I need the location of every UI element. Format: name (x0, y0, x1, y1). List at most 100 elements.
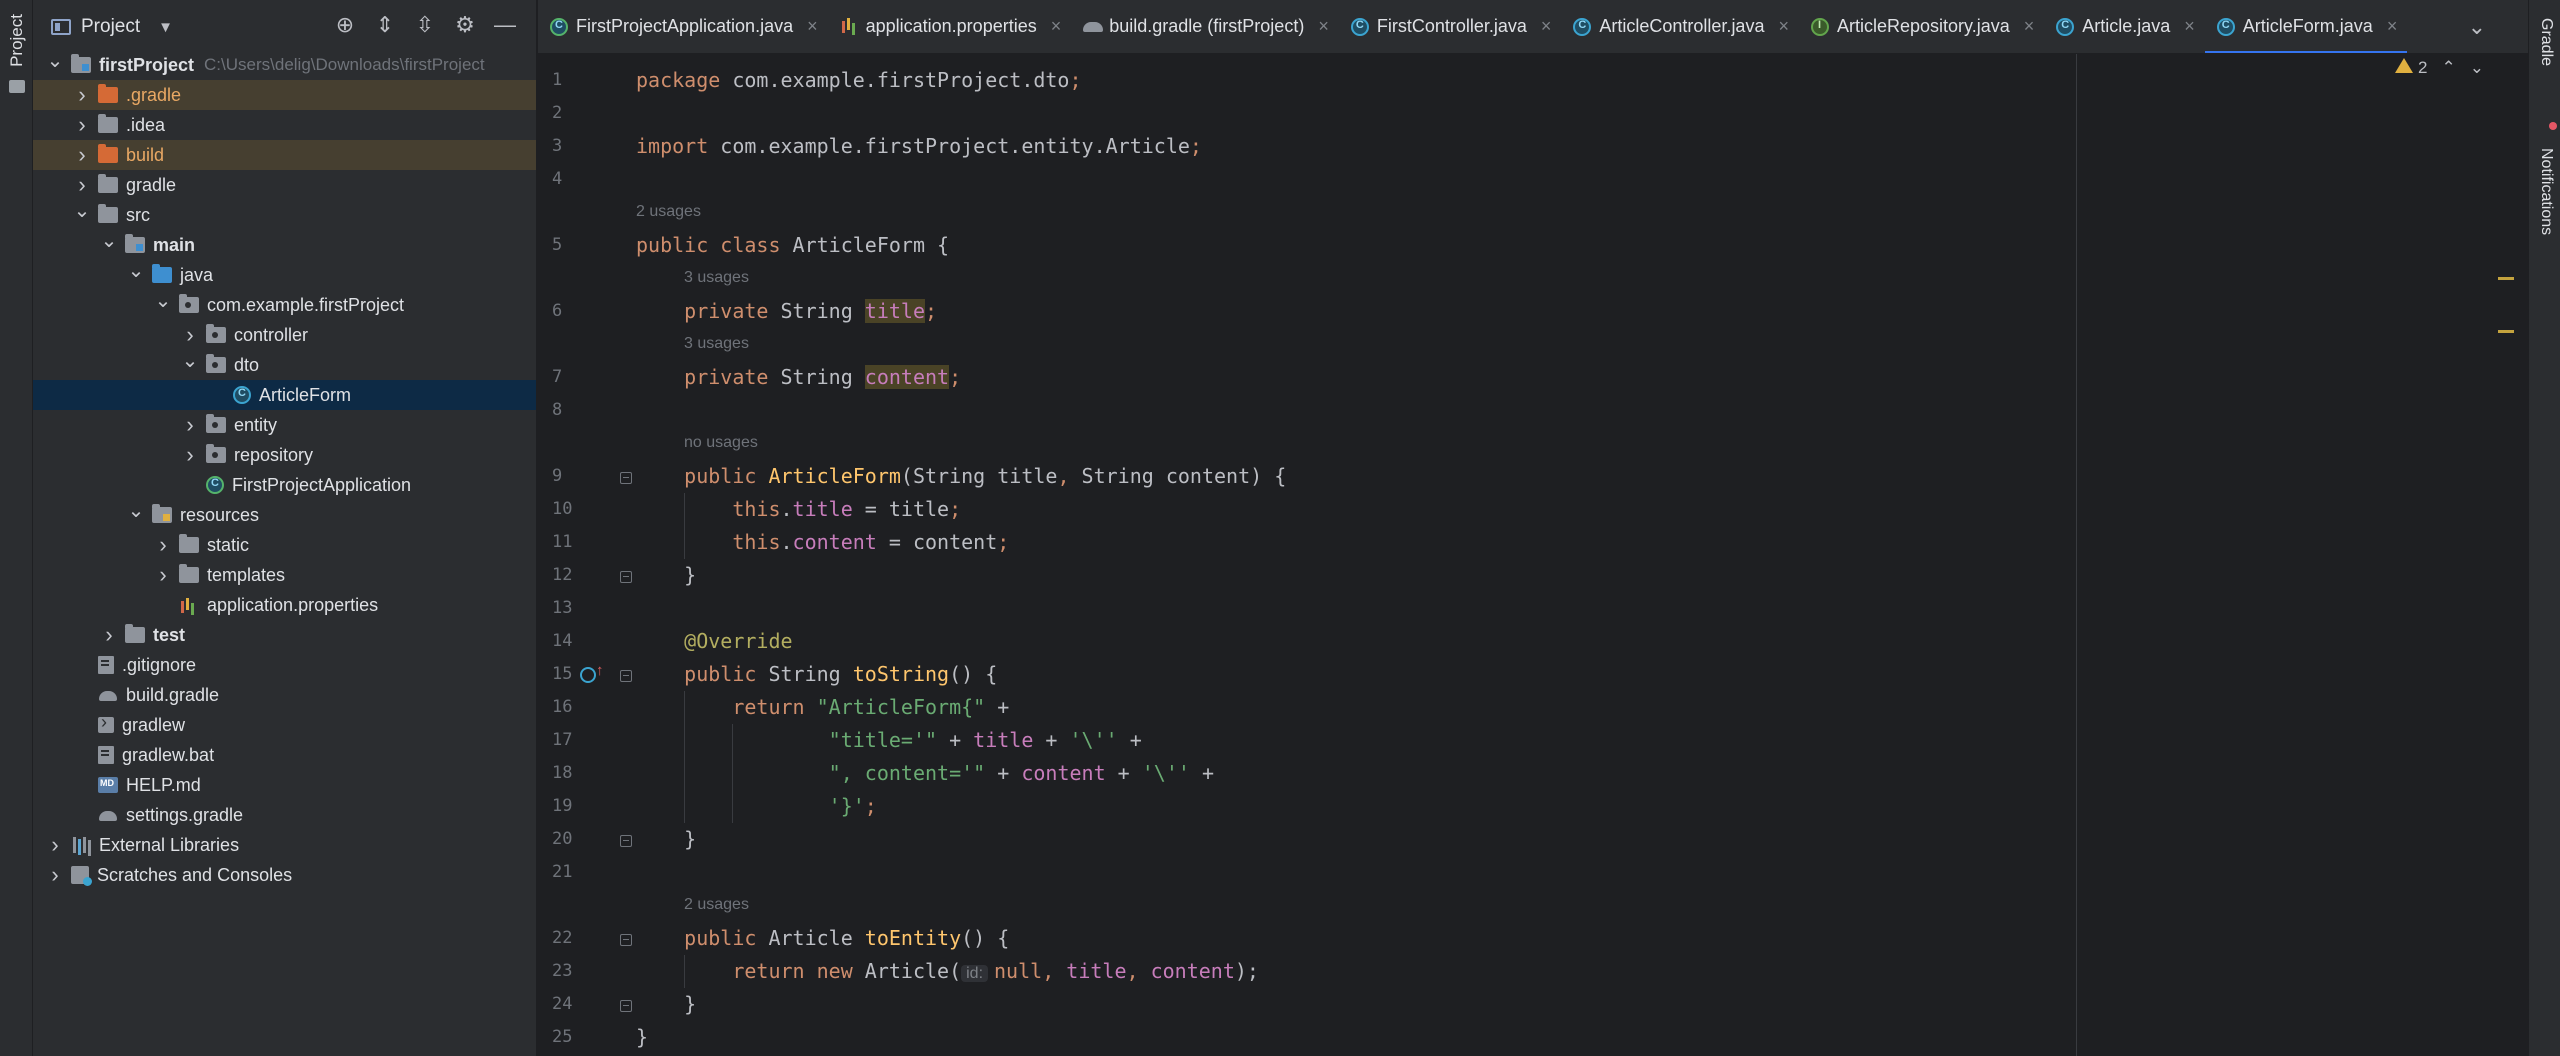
editor-tab[interactable]: FirstProjectApplication.java × (538, 0, 828, 53)
fold-marker-icon[interactable] (620, 934, 632, 946)
inspection-widget[interactable]: 2 ⌃ ⌄ (2395, 58, 2484, 78)
fold-marker-icon[interactable] (620, 571, 632, 583)
tree-item[interactable]: ›build.gradle (33, 680, 536, 710)
close-icon[interactable]: × (2184, 16, 2195, 37)
tree-item[interactable]: ›ArticleForm (33, 380, 536, 410)
tree-item[interactable]: ⌄ dto (33, 348, 536, 380)
chevron-right-icon[interactable]: › (99, 622, 119, 648)
close-icon[interactable]: × (1051, 16, 1062, 37)
chevron-right-icon[interactable]: › (45, 832, 65, 858)
usages-hint[interactable]: no usages (684, 434, 758, 452)
chevron-right-icon[interactable]: › (45, 862, 65, 888)
chevron-down-icon[interactable]: ⌄ (2470, 58, 2484, 78)
usages-hint[interactable]: 2 usages (636, 203, 701, 221)
tab-list-chevron-icon[interactable]: ⌄ (2468, 14, 2486, 40)
collapse-all-icon[interactable]: ⇳ (413, 12, 437, 38)
chevron-right-icon[interactable]: › (153, 532, 173, 558)
chevron-right-icon[interactable]: › (153, 562, 173, 588)
editor-tab[interactable]: Article.java × (2044, 0, 2205, 53)
expand-all-icon[interactable]: ⇕ (373, 12, 397, 38)
close-icon[interactable]: × (807, 16, 818, 37)
chevron-down-icon[interactable]: ⌄ (126, 498, 146, 523)
tree-item[interactable]: › .gradle (33, 80, 536, 110)
override-marker-icon[interactable] (580, 667, 596, 683)
tree-item[interactable]: ›.gitignore (33, 650, 536, 680)
tree-item[interactable]: ⌄ main (33, 228, 536, 260)
tree-item[interactable]: ›HELP.md (33, 770, 536, 800)
editor-tab[interactable]: ArticleRepository.java × (1799, 0, 2044, 53)
tree-item[interactable]: ›FirstProjectApplication (33, 470, 536, 500)
chevron-down-icon[interactable]: ⌄ (72, 198, 92, 223)
folder-icon[interactable] (9, 80, 25, 93)
warning-indicator[interactable]: 2 (2395, 58, 2428, 78)
tree-item[interactable]: › Scratches and Consoles (33, 860, 536, 890)
editor-tab[interactable]: ArticleController.java × (1561, 0, 1799, 53)
gradle-icon (98, 807, 118, 823)
code-token: private (636, 365, 781, 389)
tree-item[interactable]: › controller (33, 320, 536, 350)
usages-hint[interactable]: 3 usages (684, 335, 749, 353)
line-number: 13 (552, 598, 573, 618)
tree-item-label: gradlew (122, 714, 186, 735)
project-view-selector[interactable]: Project ▼ (51, 16, 173, 38)
target-icon[interactable]: ⊕ (333, 12, 357, 38)
tree-item[interactable]: › entity (33, 410, 536, 440)
notifications-tool-button[interactable]: Notifications (2537, 148, 2555, 235)
fold-marker-icon[interactable] (620, 835, 632, 847)
tree-item[interactable]: › .idea (33, 110, 536, 140)
warning-stripe[interactable] (2498, 330, 2514, 333)
tree-item[interactable]: ›gradlew.bat (33, 740, 536, 770)
code-editor[interactable]: 1 2 3 4 5 6 7 8 9 10 11 12 13 14 15 16 17 18 19 20 21 22 23 24 2… (538, 54, 2514, 1056)
tree-item[interactable]: › build (33, 140, 536, 170)
fold-marker-icon[interactable] (620, 670, 632, 682)
chevron-right-icon[interactable]: › (72, 172, 92, 198)
fold-marker-icon[interactable] (620, 1000, 632, 1012)
editor-scrollbar[interactable] (2498, 54, 2514, 1056)
chevron-right-icon[interactable]: › (180, 412, 200, 438)
chevron-right-icon[interactable]: › (180, 322, 200, 348)
chevron-down-icon[interactable]: ⌄ (45, 48, 65, 73)
warning-stripe[interactable] (2498, 277, 2514, 280)
chevron-down-icon[interactable]: ⌄ (153, 288, 173, 313)
chevron-up-icon[interactable]: ⌃ (2442, 58, 2456, 78)
tree-item[interactable]: › test (33, 620, 536, 650)
tree-item[interactable]: ⌄ java (33, 258, 536, 290)
tree-item[interactable]: ⌄ firstProject C:\Users\delig\Downloads\fi… (33, 48, 536, 80)
chevron-down-icon[interactable]: ⌄ (99, 228, 119, 253)
chevron-right-icon[interactable]: › (72, 142, 92, 168)
chevron-down-icon[interactable]: ⌄ (126, 258, 146, 283)
close-icon[interactable]: × (1318, 16, 1329, 37)
tree-item[interactable]: › gradle (33, 170, 536, 200)
editor-tab[interactable]: ArticleForm.java × (2204, 0, 2408, 53)
project-tool-button[interactable]: Project (7, 14, 27, 67)
chevron-right-icon[interactable]: › (72, 82, 92, 108)
gradle-tool-button[interactable]: Gradle (2537, 18, 2555, 66)
fold-marker-icon[interactable] (620, 472, 632, 484)
editor-tab[interactable]: FirstController.java × (1339, 0, 1562, 53)
tree-item[interactable]: ⌄ resources (33, 498, 536, 530)
tree-item[interactable]: ⌄ com.example.firstProject (33, 288, 536, 320)
tree-item[interactable]: › gradlew (33, 710, 536, 740)
close-icon[interactable]: × (2387, 16, 2398, 37)
code-area[interactable]: 2 usages 3 usages 3 usages no usages 2 usage… (636, 54, 2514, 1056)
close-icon[interactable]: × (1541, 16, 1552, 37)
tree-item[interactable]: ›settings.gradle (33, 800, 536, 830)
close-icon[interactable]: × (1778, 16, 1789, 37)
minimize-icon[interactable]: — (493, 12, 517, 38)
code-token: "ArticleForm{" (816, 695, 986, 719)
chevron-right-icon[interactable]: › (72, 112, 92, 138)
chevron-right-icon[interactable]: › (180, 442, 200, 468)
tree-item[interactable]: ⌄ src (33, 198, 536, 230)
tree-item[interactable]: › External Libraries (33, 830, 536, 860)
tree-item[interactable]: ›application.properties (33, 590, 536, 620)
usages-hint[interactable]: 3 usages (684, 269, 749, 287)
editor-tab[interactable]: build.gradle (firstProject) × (1071, 0, 1339, 53)
tree-item[interactable]: › templates (33, 560, 536, 590)
editor-tab[interactable]: application.properties × (828, 0, 1072, 53)
tree-item[interactable]: › repository (33, 440, 536, 470)
gear-icon[interactable]: ⚙ (453, 12, 477, 38)
tree-item[interactable]: › static (33, 530, 536, 560)
chevron-down-icon[interactable]: ⌄ (180, 348, 200, 373)
close-icon[interactable]: × (2024, 16, 2035, 37)
usages-hint[interactable]: 2 usages (684, 896, 749, 914)
